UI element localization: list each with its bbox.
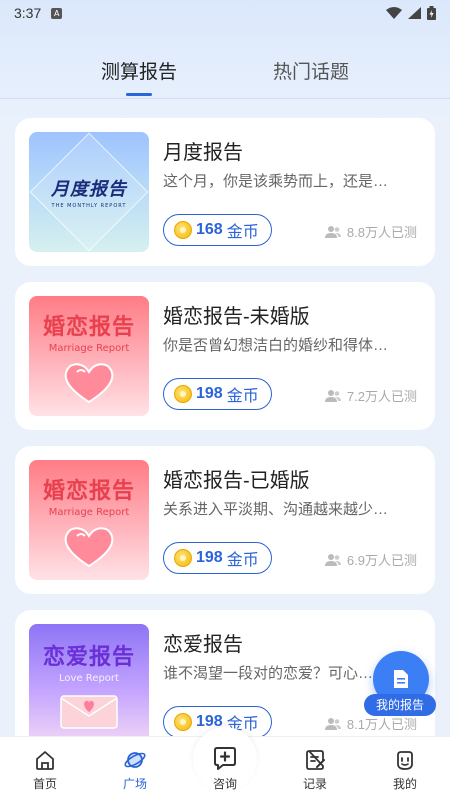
price-value: 198 [196, 549, 223, 566]
price-currency: 金币 [226, 388, 259, 405]
users-icon [324, 553, 341, 566]
price-button[interactable]: 168 金币 [163, 214, 272, 246]
users-icon [324, 717, 341, 730]
thumbnail-title: 恋爱报告 [42, 644, 135, 670]
top-tabs: 测算报告 热门话题 [0, 56, 450, 100]
nav-consult[interactable]: 咨询 [180, 727, 270, 801]
nav-home-label: 首页 [32, 777, 57, 791]
coin-icon [174, 221, 192, 239]
signal-icon [408, 7, 421, 19]
nav-mine-label: 我的 [392, 777, 417, 791]
nav-mine[interactable]: 我的 [360, 737, 450, 801]
home-icon [36, 751, 54, 770]
price-currency: 金币 [226, 224, 259, 241]
price-button[interactable]: 198 金币 [163, 542, 272, 574]
testers-text: 7.2万人已测 [346, 389, 417, 404]
testers-text: 8.1万人已测 [346, 717, 417, 732]
thumbnail-subtitle: THE MONTHLY REPORT [51, 203, 127, 209]
coin-icon [174, 713, 192, 731]
planet-icon [124, 752, 146, 768]
card-title: 婚恋报告-未婚版 [163, 306, 310, 328]
testers-count: 8.1万人已测 [324, 714, 417, 733]
chat-plus-icon [214, 747, 236, 770]
heart-icon [64, 362, 114, 403]
testers-count: 8.8万人已测 [324, 222, 417, 241]
report-card-monthly[interactable]: 月度报告 THE MONTHLY REPORT 月度报告 这个月，你是该乘势而上… [15, 118, 435, 266]
thumbnail-subtitle: Marriage Report [48, 342, 130, 354]
users-icon [324, 225, 341, 238]
report-thumbnail: 婚恋报告 Marriage Report [29, 460, 149, 580]
nav-records-label: 记录 [302, 777, 327, 791]
notification-badge: A [51, 7, 63, 19]
report-list: 月度报告 THE MONTHLY REPORT 月度报告 这个月，你是该乘势而上… [15, 118, 435, 774]
nav-records[interactable]: 记录 [270, 737, 360, 801]
status-bar: 3:37 A [0, 0, 450, 26]
price-currency: 金币 [226, 552, 259, 569]
report-thumbnail: 恋爱报告 Love Report [29, 624, 149, 744]
users-icon [324, 389, 341, 402]
thumbnail-title: 婚恋报告 [42, 314, 135, 340]
price-value: 168 [196, 221, 223, 238]
card-description: 关系进入平淡期、沟通越来越少… [163, 501, 389, 518]
report-thumbnail: 月度报告 THE MONTHLY REPORT [29, 132, 149, 252]
thumbnail-subtitle: Marriage Report [48, 506, 130, 518]
face-icon [397, 751, 413, 770]
envelope-icon [60, 694, 118, 729]
price-button[interactable]: 198 金币 [163, 378, 272, 410]
thumbnail-title: 婚恋报告 [42, 478, 135, 504]
wifi-icon [386, 7, 402, 19]
testers-text: 6.9万人已测 [346, 553, 417, 568]
testers-count: 7.2万人已测 [324, 386, 417, 405]
testers-count: 6.9万人已测 [324, 550, 417, 569]
record-icon [306, 750, 325, 770]
my-reports-label[interactable]: 我的报告 [364, 694, 436, 716]
card-description: 这个月，你是该乘势而上，还是… [163, 173, 389, 190]
nav-plaza[interactable]: 广场 [90, 737, 180, 801]
document-icon [394, 670, 408, 688]
tab-hot-topics[interactable]: 热门话题 [273, 56, 349, 96]
card-title: 月度报告 [163, 142, 243, 164]
thumbnail-subtitle: Love Report [59, 672, 119, 684]
bottom-nav: 首页 广场 咨询 记录 我的 [0, 727, 450, 801]
nav-consult-label: 咨询 [212, 777, 237, 791]
testers-text: 8.8万人已测 [346, 225, 417, 240]
card-description: 你是否曾幻想洁白的婚纱和得体… [163, 337, 389, 354]
status-time: 3:37 [14, 5, 42, 21]
coin-icon [174, 385, 192, 403]
card-title: 恋爱报告 [163, 634, 243, 656]
price-value: 198 [196, 385, 223, 402]
nav-plaza-label: 广场 [122, 777, 147, 791]
nav-home[interactable]: 首页 [0, 737, 90, 801]
thumbnail-title: 月度报告 [51, 179, 127, 200]
coin-icon [174, 549, 192, 567]
status-icons [386, 6, 436, 20]
heart-icon [64, 526, 114, 567]
report-card-unmarried[interactable]: 婚恋报告 Marriage Report 婚恋报告-未婚版 你是否曾幻想洁白的婚… [15, 282, 435, 430]
report-card-married[interactable]: 婚恋报告 Marriage Report 婚恋报告-已婚版 关系进入平淡期、沟通… [15, 446, 435, 594]
battery-icon [427, 6, 436, 20]
tabs-divider [0, 98, 450, 99]
report-thumbnail: 婚恋报告 Marriage Report [29, 296, 149, 416]
card-title: 婚恋报告-已婚版 [163, 470, 310, 492]
tab-reports[interactable]: 测算报告 [101, 56, 177, 96]
